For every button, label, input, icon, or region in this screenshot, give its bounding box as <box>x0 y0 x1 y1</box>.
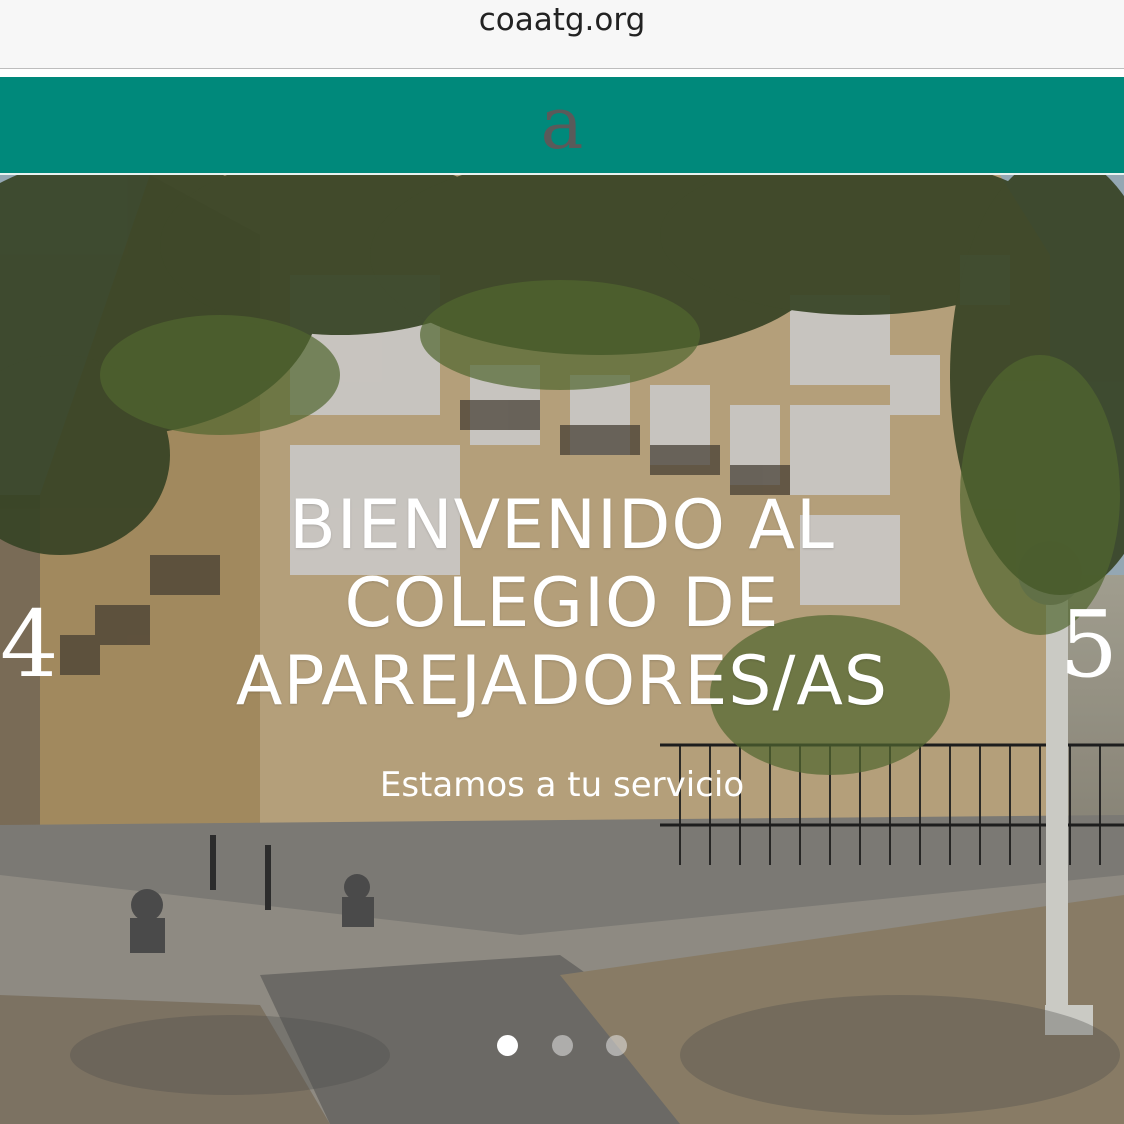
hero-title: BIENVENIDO AL COLEGIO DE APAREJADORES/AS <box>235 486 889 721</box>
next-slide-arrow[interactable]: 5 <box>1059 595 1118 695</box>
hero-subtitle: Estamos a tu servicio <box>379 765 745 805</box>
browser-address-bar[interactable]: coaatg.org <box>0 0 1124 69</box>
hero-slider: BIENVENIDO AL COLEGIO DE APAREJADORES/AS… <box>0 175 1124 1124</box>
slide-dot-3[interactable] <box>605 1035 627 1056</box>
previous-slide-arrow[interactable]: 4 <box>0 595 59 695</box>
slide-dot-1[interactable] <box>497 1035 519 1056</box>
header-gap <box>0 69 1124 77</box>
site-header: a <box>0 77 1124 175</box>
slide-dot-2[interactable] <box>551 1035 573 1056</box>
slide-indicators <box>0 1035 1124 1060</box>
site-logo[interactable]: a <box>0 83 1124 163</box>
url-text[interactable]: coaatg.org <box>0 2 1124 38</box>
